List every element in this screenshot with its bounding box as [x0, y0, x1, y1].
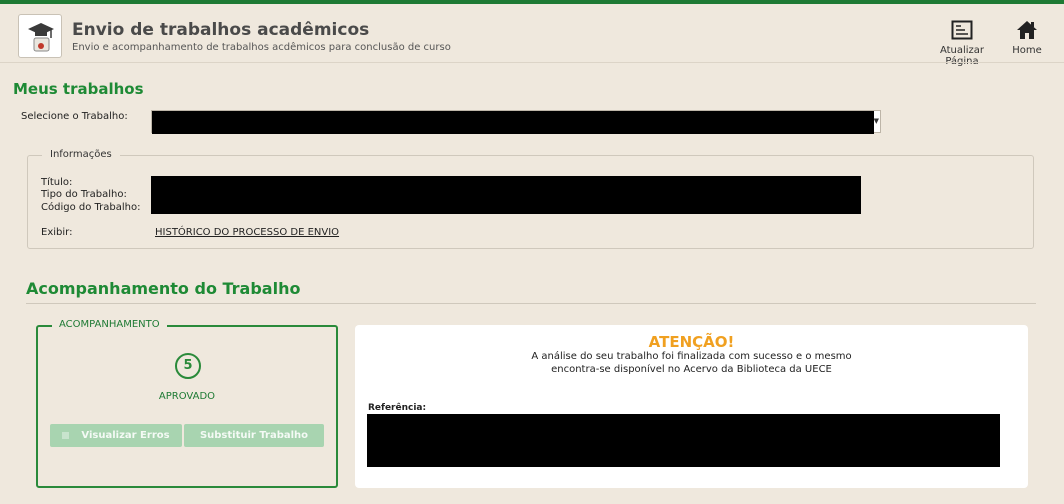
substituir-trabalho-button[interactable]: Substituir Trabalho: [184, 424, 324, 447]
historico-processo-link[interactable]: HISTÓRICO DO PROCESSO DE ENVIO: [155, 227, 339, 238]
acompanhamento-legend: ACOMPANHAMENTO: [52, 319, 167, 330]
app-logo: [18, 14, 62, 58]
informacoes-values-redacted: [151, 176, 861, 214]
informacoes-legend: Informações: [42, 149, 120, 160]
refresh-page-icon: [924, 20, 1000, 43]
acompanhamento-panel: ACOMPANHAMENTO 5 APROVADO Visualizar Err…: [36, 319, 338, 488]
select-trabalho-value-redacted: [152, 111, 874, 134]
referencia-value-redacted: [367, 414, 1000, 467]
page-subtitle: Envio e acompanhamento de trabalhos acdê…: [72, 42, 451, 53]
referencia-label: Referência:: [368, 403, 427, 413]
codigo-trabalho-label: Código do Trabalho:: [41, 202, 141, 213]
aviso-message-line2: encontra-se disponível no Acervo da Bibl…: [551, 364, 832, 375]
refresh-page-button[interactable]: Atualizar Página: [924, 20, 1000, 67]
header-divider: [0, 62, 1064, 63]
select-trabalho-dropdown[interactable]: ▼: [151, 110, 881, 134]
select-trabalho-label: Selecione o Trabalho:: [21, 111, 128, 122]
visualizar-erros-label: Visualizar Erros: [81, 430, 170, 441]
titulo-label: Título:: [41, 177, 73, 188]
section-title-meus-trabalhos: Meus trabalhos: [13, 80, 144, 98]
status-badge: APROVADO: [158, 391, 216, 402]
exibir-label: Exibir:: [41, 227, 73, 238]
refresh-page-label: Atualizar Página: [939, 45, 985, 67]
chevron-down-icon: ▼: [873, 117, 879, 125]
atencao-heading: ATENÇÃO!: [648, 333, 735, 351]
informacoes-panel: Informações Título: Tipo do Trabalho: Có…: [27, 149, 1034, 249]
home-button[interactable]: Home: [1010, 20, 1044, 56]
substituir-trabalho-label: Substituir Trabalho: [199, 430, 309, 441]
home-icon: [1010, 20, 1044, 43]
visualizar-erros-button[interactable]: Visualizar Erros: [50, 424, 182, 447]
aviso-panel: ATENÇÃO! A análise do seu trabalho foi f…: [355, 325, 1028, 488]
square-icon: [62, 431, 70, 439]
acompanhamento-divider: [26, 303, 1036, 304]
page-title: Envio de trabalhos acadêmicos: [72, 20, 370, 40]
aviso-message-line1: A análise do seu trabalho foi finalizada…: [531, 351, 852, 362]
section-title-acompanhamento: Acompanhamento do Trabalho: [26, 279, 301, 298]
tipo-trabalho-label: Tipo do Trabalho:: [41, 189, 127, 200]
home-label: Home: [1012, 45, 1042, 56]
app-header: Envio de trabalhos acadêmicos Envio e ac…: [0, 4, 1064, 67]
step-number-badge: 5: [175, 353, 201, 379]
